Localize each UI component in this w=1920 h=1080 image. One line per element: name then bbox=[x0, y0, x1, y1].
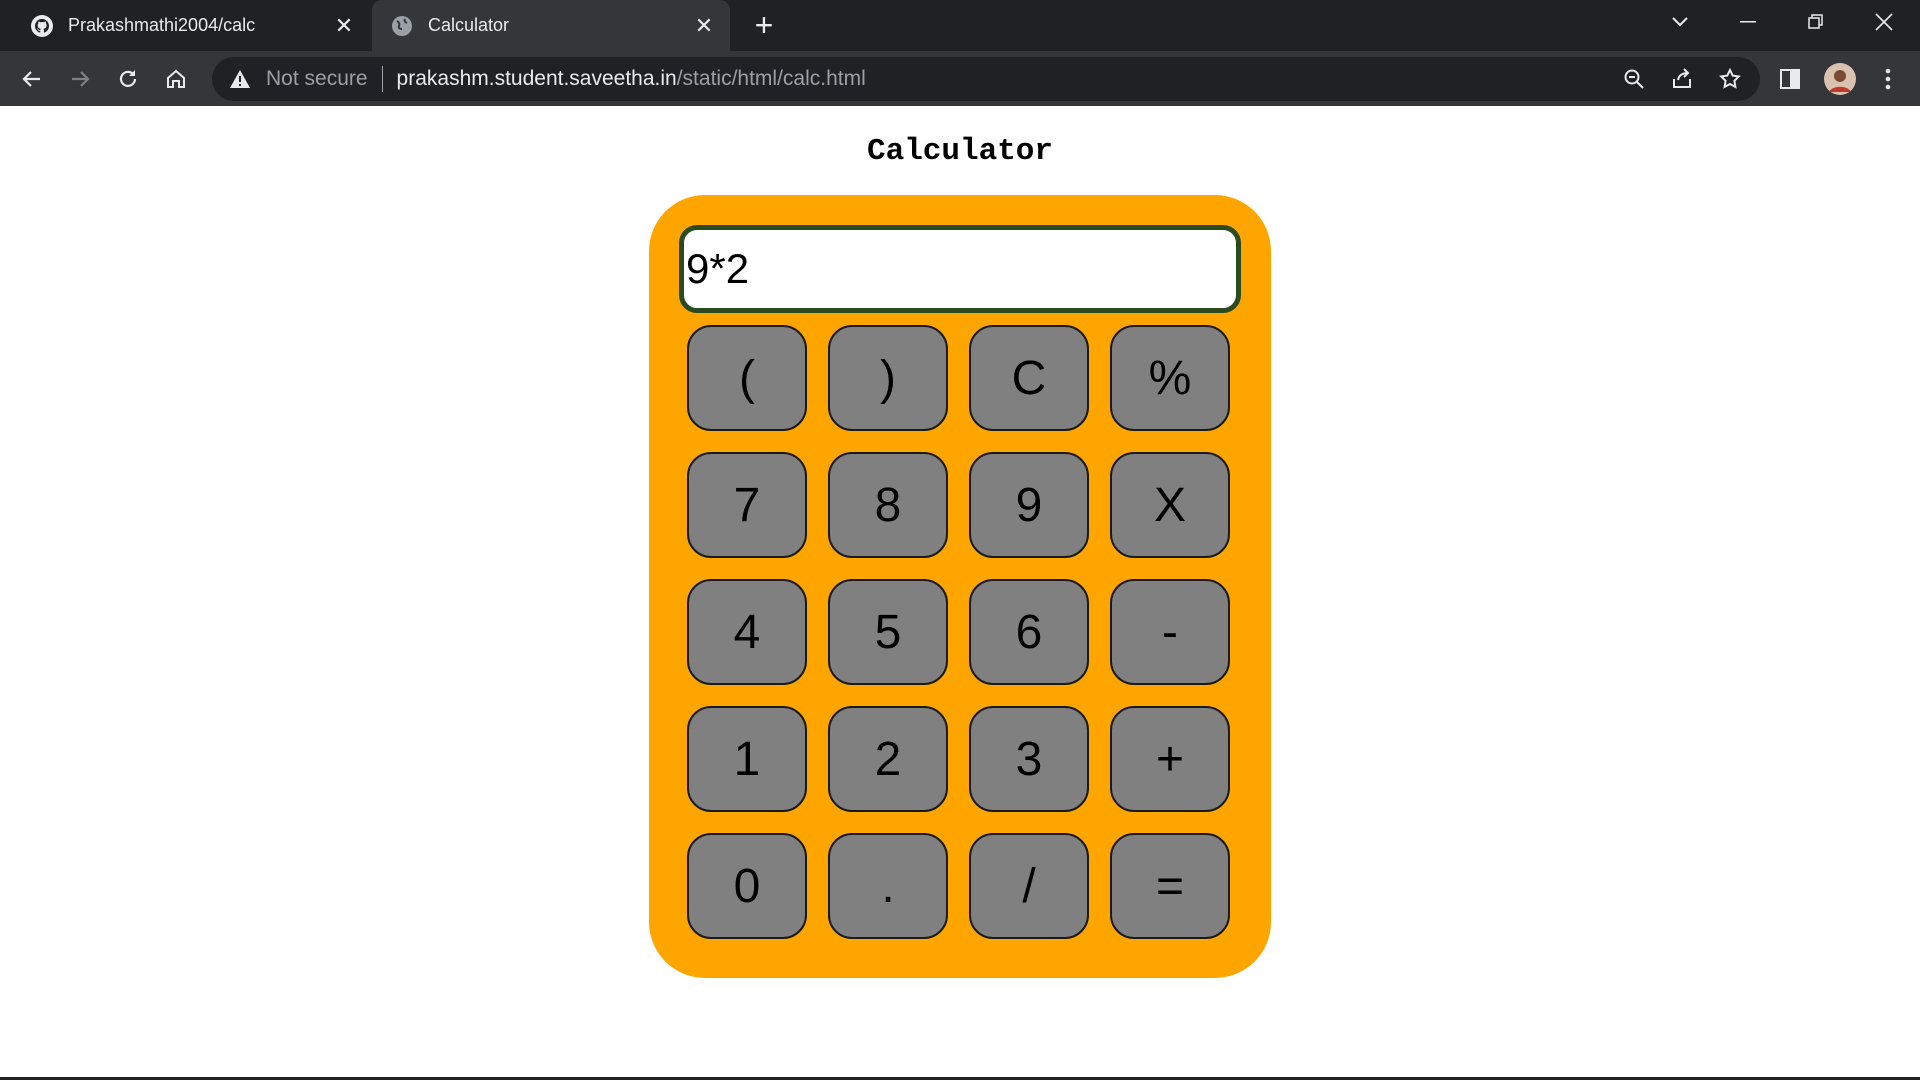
browser-tab-bar: Prakashmathi2004/calc ✕ Calculator ✕ + bbox=[0, 0, 1920, 51]
key-percent-button[interactable]: % bbox=[1110, 325, 1230, 431]
tab-title: Prakashmathi2004/calc bbox=[68, 15, 256, 35]
address-bar[interactable]: Not secure prakashm.student.saveetha.in /… bbox=[212, 57, 1760, 101]
key-7-button[interactable]: 7 bbox=[687, 452, 807, 558]
key-equals-button[interactable]: = bbox=[1110, 833, 1230, 939]
key-4-button[interactable]: 4 bbox=[687, 579, 807, 685]
key-6-button[interactable]: 6 bbox=[969, 579, 1089, 685]
forward-icon[interactable] bbox=[62, 61, 98, 97]
key-2-button[interactable]: 2 bbox=[828, 706, 948, 812]
tab-search-icon[interactable] bbox=[1650, 0, 1710, 44]
url-path: /static/html/calc.html bbox=[676, 67, 866, 90]
key-minus-button[interactable]: - bbox=[1110, 579, 1230, 685]
tab-title: Calculator bbox=[428, 15, 510, 35]
close-icon[interactable]: ✕ bbox=[332, 13, 356, 38]
warning-icon[interactable] bbox=[228, 67, 252, 91]
divider bbox=[381, 66, 383, 92]
key-decimal-button[interactable]: . bbox=[828, 833, 948, 939]
close-window-icon[interactable] bbox=[1854, 0, 1914, 44]
key-divide-button[interactable]: / bbox=[969, 833, 1089, 939]
menu-kebab-icon[interactable] bbox=[1870, 61, 1906, 97]
home-icon[interactable] bbox=[158, 61, 194, 97]
calculator-display[interactable]: 9*2 bbox=[679, 225, 1241, 313]
key-1-button[interactable]: 1 bbox=[687, 706, 807, 812]
side-panel-icon[interactable] bbox=[1772, 61, 1808, 97]
url-host: prakashm.student.saveetha.in bbox=[396, 67, 677, 90]
key-0-button[interactable]: 0 bbox=[687, 833, 807, 939]
globe-icon bbox=[390, 14, 414, 38]
browser-toolbar: Not secure prakashm.student.saveetha.in /… bbox=[0, 51, 1920, 106]
key-open-paren-button[interactable]: ( bbox=[687, 325, 807, 431]
key-close-paren-button[interactable]: ) bbox=[828, 325, 948, 431]
key-9-button[interactable]: 9 bbox=[969, 452, 1089, 558]
reload-icon[interactable] bbox=[110, 61, 146, 97]
github-icon bbox=[30, 14, 54, 38]
tab-calculator[interactable]: Calculator ✕ bbox=[372, 0, 730, 51]
key-plus-button[interactable]: + bbox=[1110, 706, 1230, 812]
key-clear-button[interactable]: C bbox=[969, 325, 1089, 431]
back-icon[interactable] bbox=[14, 61, 50, 97]
key-3-button[interactable]: 3 bbox=[969, 706, 1089, 812]
zoom-icon[interactable] bbox=[1616, 61, 1652, 97]
bookmark-star-icon[interactable] bbox=[1712, 61, 1748, 97]
share-icon[interactable] bbox=[1664, 61, 1700, 97]
key-8-button[interactable]: 8 bbox=[828, 452, 948, 558]
tab-github[interactable]: Prakashmathi2004/calc ✕ bbox=[12, 0, 370, 51]
close-icon[interactable]: ✕ bbox=[692, 13, 716, 38]
key-multiply-button[interactable]: X bbox=[1110, 452, 1230, 558]
minimize-icon[interactable] bbox=[1718, 0, 1778, 44]
page-title: Calculator bbox=[866, 134, 1054, 169]
restore-icon[interactable] bbox=[1786, 0, 1846, 44]
key-5-button[interactable]: 5 bbox=[828, 579, 948, 685]
avatar[interactable] bbox=[1822, 61, 1858, 97]
security-label[interactable]: Not secure bbox=[266, 67, 368, 91]
calculator-body: 9*2 () C% 7 8 9 X 4 5 6- 1 2 3 +0. / = bbox=[649, 195, 1271, 978]
new-tab-button[interactable]: + bbox=[748, 9, 780, 42]
